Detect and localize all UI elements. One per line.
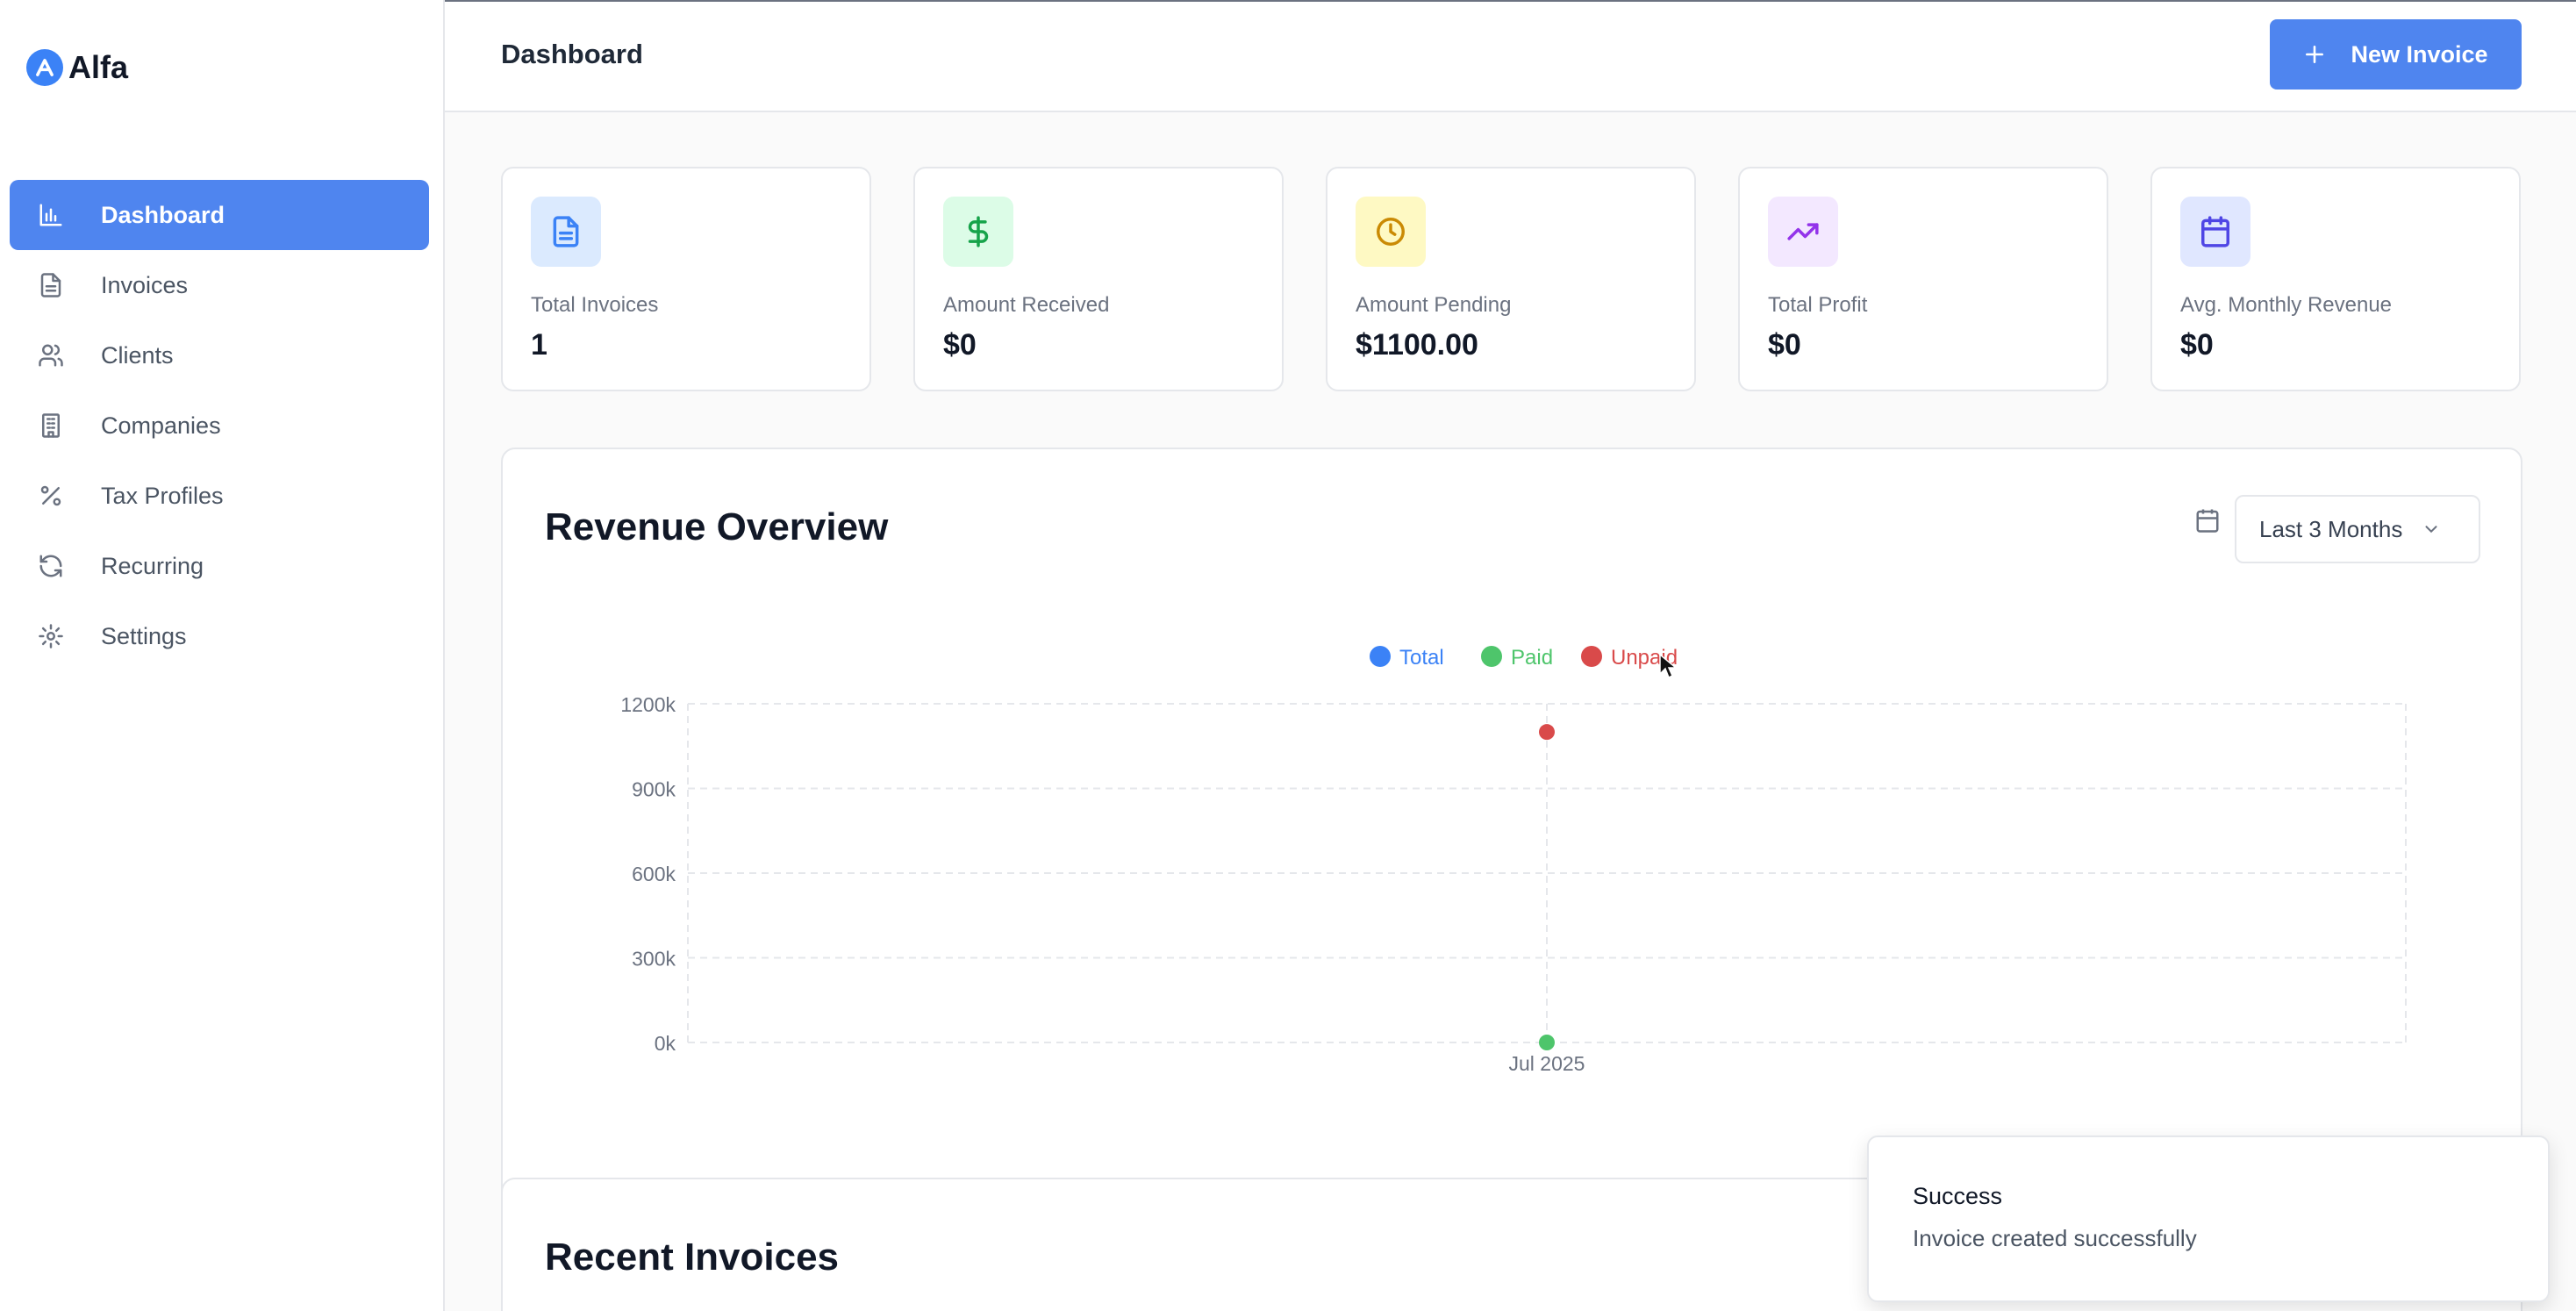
sidebar-item-label: Dashboard <box>101 201 225 228</box>
top-header: Dashboard New Invoice <box>445 2 2576 112</box>
y-tick-label: 600k <box>632 863 676 885</box>
sidebar-nav: Dashboard Invoices Clients Companies Tax… <box>10 180 429 671</box>
sidebar-item-label: Invoices <box>101 271 189 298</box>
stat-value: $0 <box>2180 328 2214 362</box>
users-icon <box>36 340 66 370</box>
stat-value: 1 <box>531 328 547 362</box>
refresh-icon <box>36 551 66 581</box>
calendar-icon <box>2180 197 2250 267</box>
legend-label: Paid <box>1511 646 1553 670</box>
data-point-unpaid <box>1539 724 1555 741</box>
file-icon <box>531 197 601 267</box>
y-tick-label: 0k <box>655 1032 676 1055</box>
data-point-paid <box>1539 1035 1555 1050</box>
stat-value: $0 <box>1768 328 1801 362</box>
logo-icon <box>26 49 63 86</box>
clock-icon <box>1356 197 1426 267</box>
stat-card-total-profit: Total Profit $0 <box>1738 167 2108 391</box>
legend-marker-paid <box>1481 646 1502 667</box>
stat-card-avg-monthly-revenue: Avg. Monthly Revenue $0 <box>2150 167 2521 391</box>
stat-label: Total Profit <box>1768 293 1868 317</box>
sidebar-item-settings[interactable]: Settings <box>10 601 429 671</box>
toast-title: Success <box>1913 1183 2003 1209</box>
sidebar-item-label: Clients <box>101 341 174 369</box>
stat-value: $0 <box>943 328 977 362</box>
stat-label: Amount Received <box>943 293 1110 317</box>
sidebar-item-dashboard[interactable]: Dashboard <box>10 180 429 250</box>
stat-label: Avg. Monthly Revenue <box>2180 293 2393 317</box>
legend-label: Total <box>1399 646 1444 670</box>
toast-message: Invoice created successfully <box>1913 1225 2197 1251</box>
app-name: Alfa <box>68 49 129 85</box>
dollar-icon <box>943 197 1013 267</box>
y-tick-label: 900k <box>632 778 676 801</box>
stat-label: Total Invoices <box>531 293 659 317</box>
stat-card-amount-pending: Amount Pending $1100.00 <box>1326 167 1696 391</box>
sidebar: Alfa Dashboard Invoices Clients Companie… <box>0 0 445 1311</box>
y-tick-label: 1200k <box>620 693 676 716</box>
gear-icon <box>36 621 66 651</box>
mouse-cursor-icon <box>1659 653 1678 679</box>
legend-marker-unpaid <box>1581 646 1602 667</box>
sidebar-item-label: Companies <box>101 412 221 439</box>
y-tick-label: 300k <box>632 948 676 971</box>
new-invoice-button[interactable]: New Invoice <box>2270 19 2522 90</box>
trending-up-icon <box>1768 197 1838 267</box>
sidebar-item-label: Tax Profiles <box>101 482 224 509</box>
stat-value: $1100.00 <box>1356 328 1478 362</box>
panel-title: Recent Invoices <box>545 1236 840 1279</box>
stat-card-amount-received: Amount Received $0 <box>913 167 1284 391</box>
sidebar-item-label: Recurring <box>101 552 204 579</box>
sidebar-item-clients[interactable]: Clients <box>10 320 429 390</box>
stat-card-total-invoices: Total Invoices 1 <box>501 167 871 391</box>
x-tick-label: Jul 2025 <box>1509 1052 1585 1075</box>
stat-label: Amount Pending <box>1356 293 1512 317</box>
sidebar-item-label: Settings <box>101 622 187 649</box>
new-invoice-label: New Invoice <box>2351 40 2488 68</box>
plus-icon <box>2306 46 2324 63</box>
logo[interactable]: Alfa <box>26 49 128 86</box>
main-content: Total Invoices 1 Amount Received $0 Amou… <box>445 112 2576 1311</box>
percent-icon <box>36 481 66 511</box>
sidebar-item-companies[interactable]: Companies <box>10 390 429 461</box>
page-title: Dashboard <box>501 39 643 69</box>
legend-marker-total <box>1370 646 1391 667</box>
success-toast[interactable]: Success Invoice created successfully <box>1867 1135 2550 1302</box>
sidebar-item-recurring[interactable]: Recurring <box>10 531 429 601</box>
sidebar-item-invoices[interactable]: Invoices <box>10 250 429 320</box>
sidebar-item-tax-profiles[interactable]: Tax Profiles <box>10 461 429 531</box>
bar-chart-icon <box>36 200 66 230</box>
building-icon <box>36 411 66 441</box>
file-icon <box>36 270 66 300</box>
